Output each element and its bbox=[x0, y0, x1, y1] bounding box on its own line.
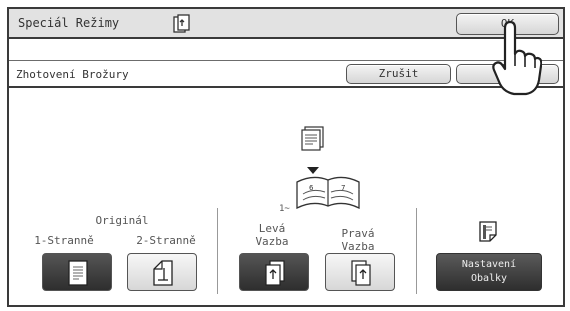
window-title: Speciál Režimy bbox=[18, 16, 120, 30]
two-sided-button[interactable] bbox=[127, 253, 197, 291]
hand-pointer-icon bbox=[492, 18, 543, 102]
cover-icon bbox=[478, 221, 498, 247]
svg-text:6: 6 bbox=[309, 184, 314, 192]
duplex-page-icon bbox=[153, 260, 173, 286]
svg-text:7: 7 bbox=[341, 184, 345, 192]
left-binding-label: Levá Vazba bbox=[247, 222, 297, 248]
right-binding-icon bbox=[351, 260, 371, 286]
single-page-icon bbox=[68, 260, 88, 286]
booklet-content: 6 7 1~ Originál 1-Stranně 2-Stranně Levá… bbox=[9, 90, 563, 305]
booklet-subheader: Zhotovení Brožury Zrušit bbox=[9, 60, 563, 88]
booklet-title: Zhotovení Brožury bbox=[16, 68, 129, 81]
one-sided-label: 1-Stranně bbox=[34, 234, 94, 247]
right-binding-line2: Vazba bbox=[341, 240, 375, 253]
cover-settings-line1: Nastavení bbox=[461, 259, 517, 270]
right-binding-line1: Pravá bbox=[341, 227, 375, 240]
two-sided-label: 2-Stranně bbox=[136, 234, 196, 247]
left-binding-line2: Vazba bbox=[255, 235, 289, 248]
copy-icon bbox=[172, 13, 194, 35]
booklet-icon: 6 7 bbox=[295, 170, 361, 216]
left-binding-line1: Levá bbox=[258, 222, 286, 235]
divider-right bbox=[416, 208, 417, 294]
start-page-label: 1~ bbox=[279, 204, 290, 214]
right-binding-button[interactable] bbox=[325, 253, 395, 291]
left-binding-icon bbox=[265, 260, 285, 286]
cover-settings-line2: Obalky bbox=[470, 273, 508, 284]
title-bar: Speciál Režimy OK bbox=[9, 9, 563, 39]
document-icon bbox=[299, 126, 325, 160]
special-modes-window: Speciál Režimy OK Zhotovení Brožury Zruš… bbox=[7, 7, 565, 307]
cover-settings-button[interactable]: Nastavení Obalky bbox=[436, 253, 542, 291]
divider-left bbox=[217, 208, 218, 294]
one-sided-button[interactable] bbox=[42, 253, 112, 291]
left-binding-button[interactable] bbox=[239, 253, 309, 291]
original-heading: Originál bbox=[95, 214, 149, 227]
right-binding-label: Pravá Vazba bbox=[333, 227, 383, 253]
cancel-button[interactable]: Zrušit bbox=[346, 64, 451, 84]
